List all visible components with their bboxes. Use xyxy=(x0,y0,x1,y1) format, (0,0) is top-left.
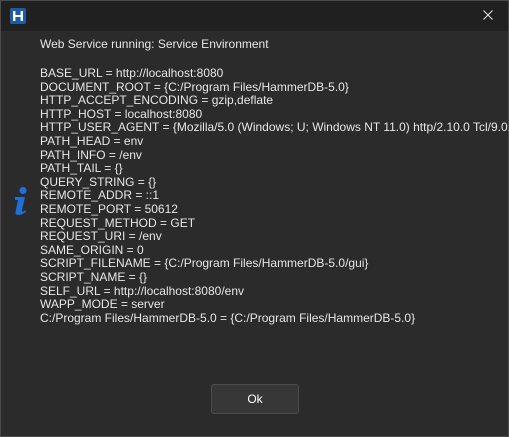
dialog-heading: Web Service running: Service Environment xyxy=(40,37,269,51)
env-line: REMOTE_ADDR = ::1 xyxy=(40,188,160,203)
dialog-window: Web Service running: Service Environment… xyxy=(0,0,509,437)
env-line: PATH_INFO = /env xyxy=(40,147,142,162)
env-line: HTTP_USER_AGENT = {Mozilla/5.0 (Windows;… xyxy=(40,120,509,135)
env-line: C:/Program Files/HammerDB-5.0 = {C:/Prog… xyxy=(40,310,416,325)
environment-list: BASE_URL = http://localhost:8080 DOCUMEN… xyxy=(40,66,509,325)
env-line: REQUEST_METHOD = GET xyxy=(40,215,196,230)
env-line: PATH_TAIL = {} xyxy=(40,161,123,176)
close-icon xyxy=(483,7,493,25)
hammerdb-app-icon xyxy=(10,8,26,24)
env-line: SELF_URL = http://localhost:8080/env xyxy=(40,283,245,298)
env-line: REMOTE_PORT = 50612 xyxy=(40,201,178,216)
env-line: HTTP_ACCEPT_ENCODING = gzip,deflate xyxy=(40,93,274,108)
info-icon xyxy=(11,186,33,216)
close-button[interactable] xyxy=(468,1,508,31)
env-line: HTTP_HOST = localhost:8080 xyxy=(40,106,203,121)
dialog-content: Web Service running: Service Environment… xyxy=(1,31,509,436)
env-line: WAPP_MODE = server xyxy=(40,297,165,312)
env-line: BASE_URL = http://localhost:8080 xyxy=(40,66,224,80)
env-line: SCRIPT_FILENAME = {C:/Program Files/Hamm… xyxy=(40,256,369,271)
env-line: DOCUMENT_ROOT = {C:/Program Files/Hammer… xyxy=(40,79,349,94)
env-line: PATH_HEAD = env xyxy=(40,133,144,148)
ok-button[interactable]: Ok xyxy=(211,384,299,414)
env-line: SAME_ORIGIN = 0 xyxy=(40,242,144,257)
env-line: SCRIPT_NAME = {} xyxy=(40,269,148,284)
env-line: REQUEST_URI = /env xyxy=(40,229,162,244)
env-line: QUERY_STRING = {} xyxy=(40,174,157,189)
title-bar[interactable] xyxy=(1,1,508,31)
